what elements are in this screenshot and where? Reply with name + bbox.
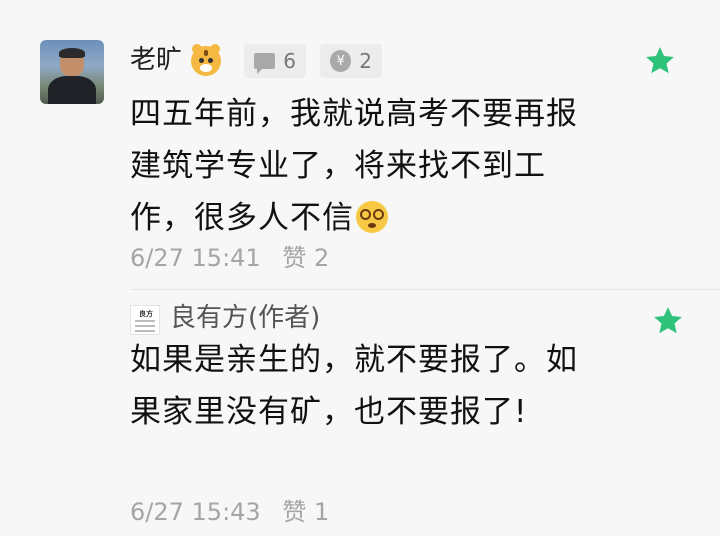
comment-body: 四五年前，我就说高考不要再报建筑学专业了，将来找不到工作，很多人不信 [130,96,578,236]
star-icon[interactable] [643,44,677,78]
author-logo-text: 良方 [139,310,153,318]
author-logo[interactable]: 良方 [130,305,160,335]
comment-item: 如果是亲生的，就不要报了。如果家里没有矿，也不要报了! 6/27 15:43 赞… [0,290,720,536]
comment-meta: 6/27 15:43 赞 1 [130,492,329,527]
tiger-icon [191,44,221,76]
message-count: 6 [283,49,296,73]
coin-count-badge[interactable]: ¥ 2 [320,44,382,78]
avatar-hair [59,48,85,58]
avatar-body [48,76,96,104]
message-icon [254,53,276,74]
coin-count: 2 [359,49,372,73]
like-button[interactable]: 赞 1 [282,498,329,526]
comment-item: 老旷 6 ¥ 2 四五年前，我就说高考不要再报建筑学专业了，将来找不到工作，很多… [0,0,720,290]
like-button[interactable]: 赞 2 [282,244,329,272]
coin-icon: ¥ [330,50,352,72]
author-name[interactable]: 良有方(作者) [170,300,320,336]
star-icon[interactable] [651,304,685,338]
username[interactable]: 老旷 [130,42,182,78]
dizzy-face-icon [356,201,388,233]
comment-meta: 6/27 15:41 赞 2 [130,238,329,273]
comment-text: 如果是亲生的，就不要报了。如果家里没有矿，也不要报了! [130,342,578,430]
message-count-badge[interactable]: 6 [244,44,306,78]
comment-time: 6/27 15:41 [130,244,261,272]
avatar[interactable] [40,40,104,104]
comment-text: 四五年前，我就说高考不要再报建筑学专业了，将来找不到工作，很多人不信 [130,88,590,244]
comment-time: 6/27 15:43 [130,498,261,526]
